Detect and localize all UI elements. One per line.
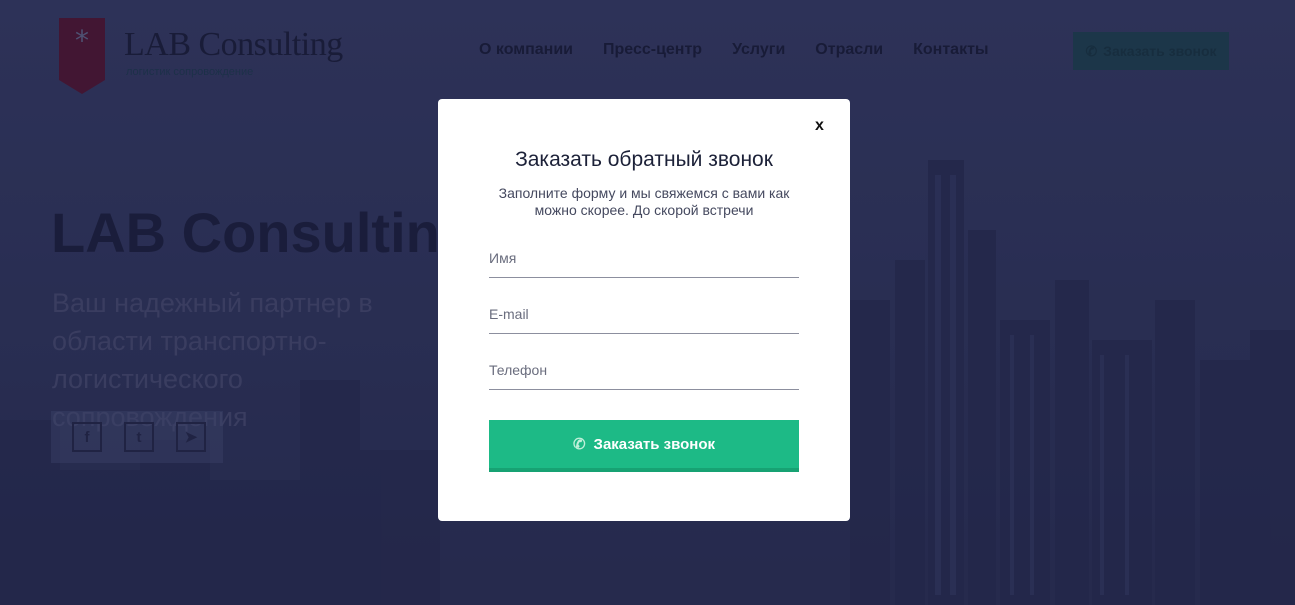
phone-icon: ✆ <box>572 436 586 453</box>
phone-field[interactable] <box>489 350 799 390</box>
close-icon[interactable]: x <box>815 117 824 135</box>
submit-callback-button[interactable]: ✆ Заказать звонок <box>489 420 799 472</box>
submit-callback-label: Заказать звонок <box>593 435 716 453</box>
modal-title: Заказать обратный звонок <box>515 148 773 171</box>
modal-description: Заполните форму и мы свяжемся с вами как… <box>498 185 790 218</box>
email-field[interactable] <box>489 294 799 334</box>
name-field[interactable] <box>489 238 799 278</box>
callback-modal: x Заказать обратный звонок Заполните фор… <box>438 99 850 521</box>
